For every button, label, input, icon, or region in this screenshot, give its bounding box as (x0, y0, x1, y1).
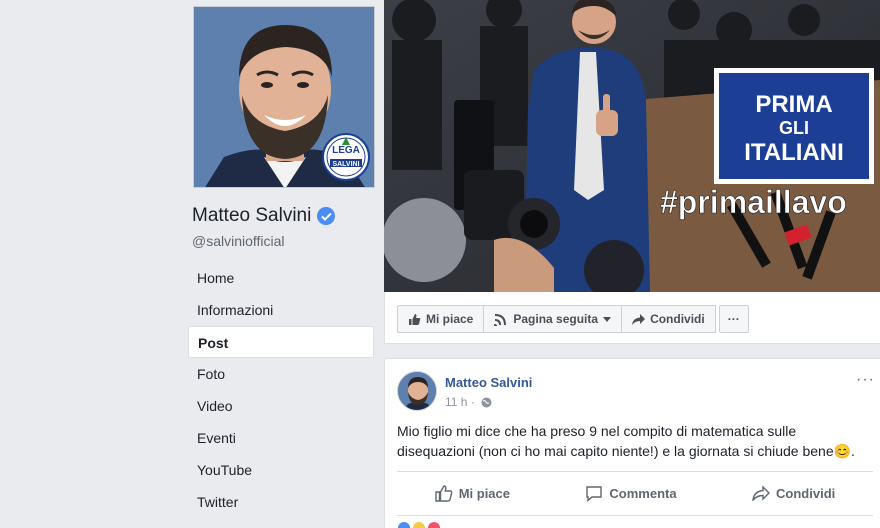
nav-item-foto[interactable]: Foto (188, 358, 374, 390)
nav-item-twitter[interactable]: Twitter (188, 486, 374, 518)
post-share-button[interactable]: Condividi (752, 477, 835, 509)
avatar-portrait (398, 372, 436, 410)
share-arrow-icon (752, 485, 771, 501)
banner-line2: GLI (779, 118, 809, 138)
divider (397, 515, 873, 516)
share-page-button[interactable]: Condividi (621, 305, 716, 333)
post-card: Matteo Salvini 11 h · ··· Mio figlio mi … (384, 358, 880, 528)
more-options-button[interactable]: ··· (718, 305, 749, 333)
cover-photo-image: PRIMA GLI ITALIANI #primaillavo (384, 0, 880, 292)
reaction-icons[interactable] (397, 521, 441, 528)
profile-picture[interactable]: LEGA SALVINI (193, 6, 375, 188)
post-like-button[interactable]: Mi piace (435, 477, 510, 509)
post-time[interactable]: 11 h · (445, 395, 475, 409)
chevron-down-icon (603, 316, 612, 322)
post-comment-button[interactable]: Commenta (585, 477, 677, 509)
svg-text:LEGA: LEGA (332, 145, 360, 156)
banner-line1: PRIMA (755, 91, 832, 118)
nav-item-youtube[interactable]: YouTube (188, 454, 374, 486)
post-author-name[interactable]: Matteo Salvini (445, 375, 532, 390)
post-like-label: Mi piace (458, 485, 510, 501)
page-name-text[interactable]: Matteo Salvini (192, 205, 311, 227)
nav-item-home[interactable]: Home (188, 262, 374, 294)
cover-action-bar: Mi piace Pagina seguita Condividi ··· (384, 292, 880, 344)
verified-badge-icon (317, 207, 336, 225)
globe-icon (481, 397, 492, 407)
divider (397, 471, 873, 472)
thumbs-up-icon (435, 484, 453, 502)
page-title[interactable]: Matteo Salvini (192, 205, 336, 227)
post-action-bar: Mi piace Commenta Condividi (397, 477, 873, 509)
lega-badge-icon: LEGA SALVINI (322, 133, 370, 181)
like-page-button[interactable]: Mi piace (397, 305, 485, 333)
nav-item-eventi[interactable]: Eventi (188, 422, 374, 454)
left-gutter (0, 0, 186, 528)
cover-hashtag: #primaillavo (660, 184, 847, 220)
post-options-button[interactable]: ··· (856, 371, 875, 389)
more-options-icon: ··· (727, 312, 740, 326)
love-reaction-icon (427, 521, 441, 528)
like-page-label: Mi piace (426, 312, 474, 326)
nav-item-informazioni[interactable]: Informazioni (188, 294, 374, 326)
post-body-text: Mio figlio mi dice che ha preso 9 nel co… (397, 423, 855, 459)
haha-reaction-icon (412, 521, 426, 528)
banner-line3: ITALIANI (744, 139, 844, 166)
nav-item-video[interactable]: Video (188, 390, 374, 422)
post-share-label: Condividi (776, 485, 836, 501)
comment-icon (586, 485, 603, 502)
cover-photo[interactable]: PRIMA GLI ITALIANI #primaillavo (384, 0, 880, 292)
main-column: PRIMA GLI ITALIANI #primaillavo Mi piace… (384, 0, 880, 528)
thumbs-up-icon (409, 313, 421, 325)
post-meta: 11 h · (445, 395, 492, 409)
svg-text:SALVINI: SALVINI (332, 161, 359, 168)
share-arrow-icon (632, 313, 646, 325)
profile-column: LEGA SALVINI Matteo Salvini @salvinioffi… (186, 0, 382, 528)
post-comment-label: Commenta (609, 485, 677, 501)
like-reaction-icon (397, 521, 411, 528)
post-author-avatar[interactable] (397, 371, 437, 411)
share-page-label: Condividi (650, 312, 705, 326)
rss-follow-icon (494, 313, 507, 326)
follow-page-label: Pagina seguita (513, 312, 599, 326)
page-nav: Home Informazioni Post Foto Video Eventi YouTu… (188, 262, 374, 518)
nav-item-post[interactable]: Post (188, 326, 374, 358)
page-handle[interactable]: @salviniofficial (192, 233, 285, 249)
follow-page-button[interactable]: Pagina seguita (483, 305, 623, 333)
